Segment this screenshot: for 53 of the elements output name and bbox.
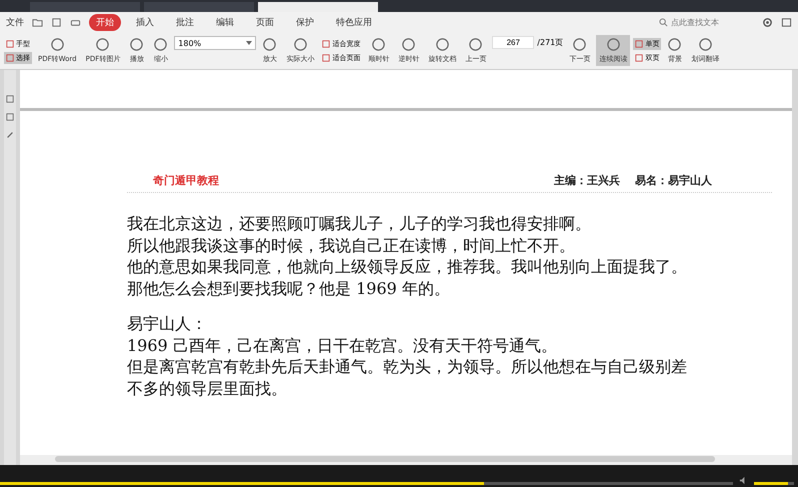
sidebar-icon[interactable] [6, 131, 14, 139]
circle-icon [468, 37, 484, 52]
sidebar-icon[interactable] [6, 95, 14, 103]
text-line: 不多的领导层里面找。 [127, 378, 288, 399]
ribbon-tab[interactable]: 保护 [289, 14, 321, 30]
text-line: 但是离宫乾宫有乾卦先后天卦通气。乾为头，为领导。所以他想在与自己级别差 [127, 356, 688, 378]
text-line: 他的意思如果我同意，他就向上级领导反应，推荐我。我叫他别向上面提我了。 [127, 256, 688, 278]
circle-icon [572, 37, 588, 52]
search-field[interactable]: 点此查找文本 [659, 18, 754, 26]
page-total: /271页 [537, 37, 564, 48]
circle-icon [95, 37, 110, 52]
text-line: 所以他跟我谈这事的时候，我说自己正在读博，时间上忙不开。 [127, 234, 576, 256]
square-icon [635, 54, 644, 62]
file-menu[interactable]: 文件 [6, 16, 24, 28]
square-icon [6, 40, 14, 48]
sidebar-icon[interactable] [6, 113, 14, 121]
circle-icon [698, 37, 713, 52]
folder-icon[interactable] [32, 16, 43, 28]
text-line: 那他怎么会想到要找我呢？他是 1969 年的。 [127, 278, 451, 299]
ribbon-tab[interactable]: 特色应用 [329, 14, 379, 30]
circle-icon [434, 37, 450, 52]
page-number-field[interactable]: 267 [492, 36, 534, 49]
ribbon-tab[interactable]: 页面 [249, 14, 281, 30]
ribbon-tab[interactable]: 开始 [89, 14, 121, 30]
running-header-author: 主编：王兴兵 易名：易宇山人 [554, 173, 712, 188]
circle-icon [262, 37, 278, 52]
video-progress-bar[interactable] [0, 482, 733, 485]
zoom-dropdown[interactable]: 180% [174, 36, 256, 50]
running-header-title: 奇门遁甲教程 [153, 173, 219, 188]
circle-icon [667, 37, 682, 52]
horizontal-scrollbar[interactable] [20, 455, 792, 465]
square-icon [635, 40, 644, 48]
circle-icon [292, 37, 308, 52]
ribbon-tab[interactable]: 批注 [169, 14, 201, 30]
circle-icon [153, 37, 168, 52]
circle-icon [401, 37, 416, 52]
text-line: 易宇山人： [127, 313, 208, 334]
search-icon [659, 18, 668, 26]
window-icon[interactable] [781, 16, 792, 28]
volume-slider[interactable] [754, 482, 794, 485]
circle-icon [50, 37, 65, 52]
circle-icon [129, 37, 144, 52]
square-icon [322, 40, 330, 48]
caret-icon [246, 41, 252, 45]
square-icon [322, 54, 330, 62]
square-icon [6, 54, 14, 62]
ribbon-tab[interactable]: 编辑 [209, 14, 241, 30]
circle-icon [606, 37, 621, 52]
settings-icon[interactable] [762, 16, 773, 28]
ribbon-tab[interactable]: 插入 [129, 14, 161, 30]
text-line: 我在北京这边，还要照顾叮嘱我儿子，儿子的学习我也得安排啊。 [127, 213, 592, 234]
text-line: 1969 己酉年，己在离宫，日干在乾宫。没有天干符号通气。 [127, 334, 558, 356]
circle-icon [371, 37, 386, 52]
